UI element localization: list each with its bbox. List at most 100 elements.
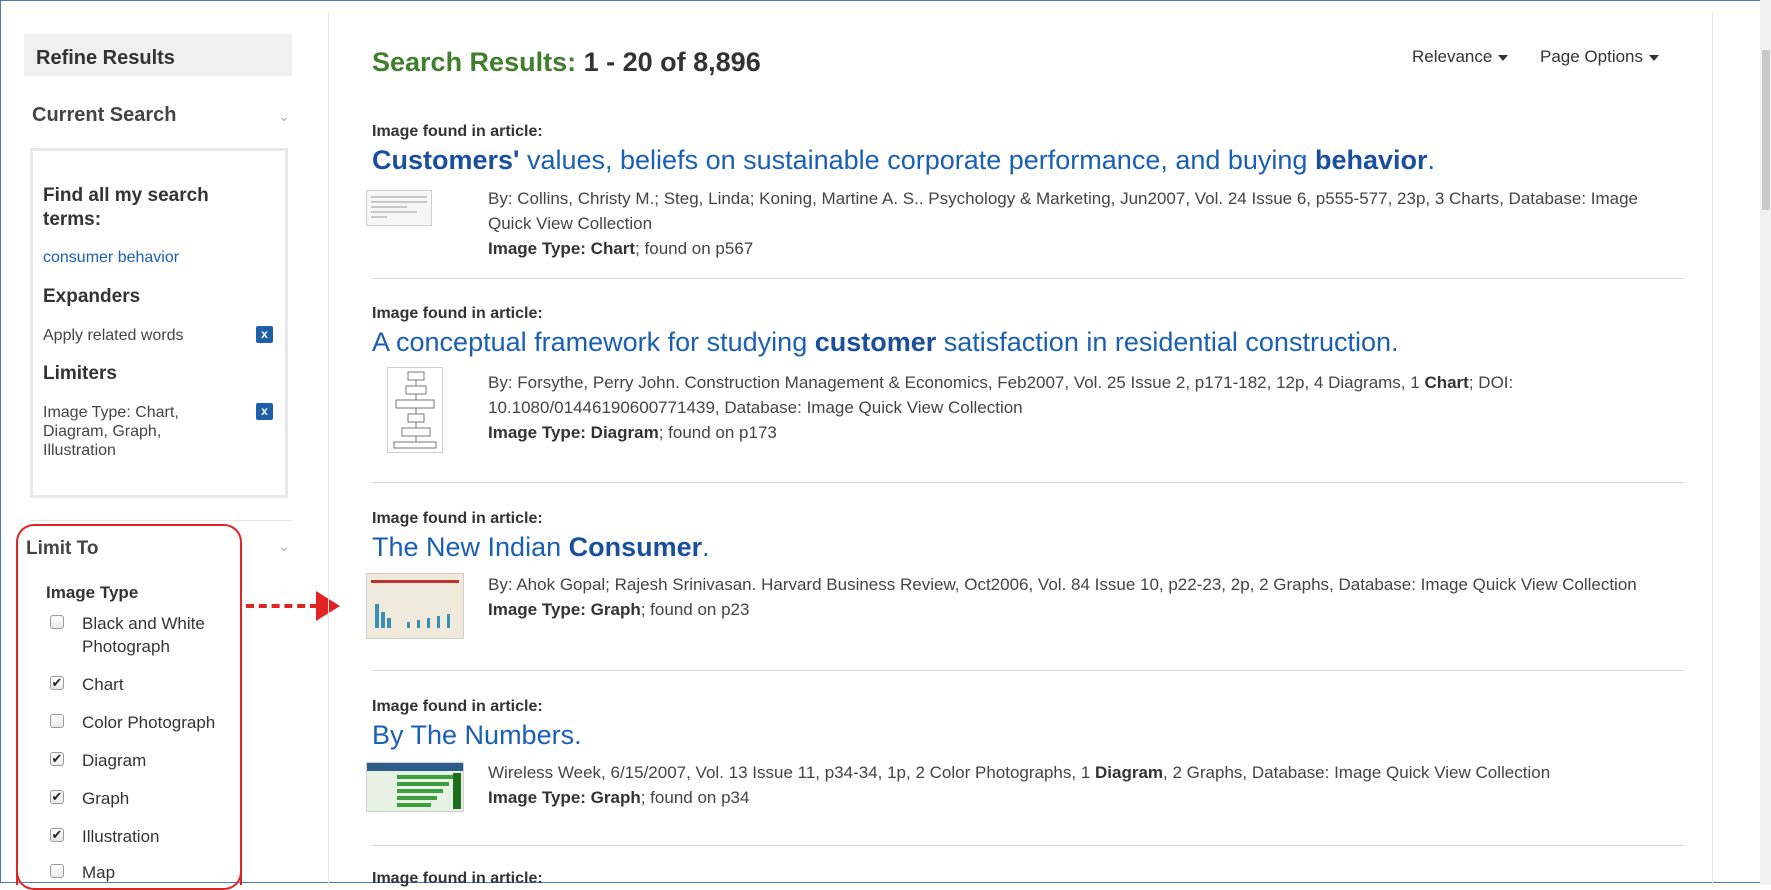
result-meta: By: Collins, Christy M.; Steg, Linda; Ko… — [488, 186, 1688, 261]
found-on-text: ; found on p23 — [640, 600, 750, 619]
chevron-down-icon[interactable]: ⌄ — [278, 538, 290, 555]
result-item: Image found in article: By The Numbers. — [372, 698, 1684, 751]
title-part[interactable]: satisfaction in residential construction… — [936, 327, 1399, 357]
title-part[interactable]: . — [1428, 145, 1436, 175]
title-part[interactable]: . — [702, 532, 710, 562]
limiter-item-line2: Diagram, Graph, — [43, 423, 162, 440]
found-on-text: ; found on p567 — [635, 239, 754, 258]
result-thumbnail[interactable] — [387, 367, 443, 453]
image-type-label: Image Type: — [488, 788, 586, 807]
result-separator — [372, 278, 1684, 279]
title-part[interactable]: behavior — [1315, 145, 1428, 175]
filter-option-color-photograph[interactable]: Color Photograph — [50, 711, 215, 734]
result-thumbnail[interactable] — [366, 762, 464, 812]
refine-results-title: Refine Results — [36, 47, 175, 69]
meta-text: , 2 Graphs, Database: Image Quick View C… — [1163, 763, 1551, 782]
meta-text: By: Forsythe, Perry John. Construction M… — [488, 373, 1425, 392]
image-type-value: Chart — [590, 239, 636, 258]
result-meta: Wireless Week, 6/15/2007, Vol. 13 Issue … — [488, 760, 1688, 810]
meta-highlight: Chart — [1424, 373, 1469, 392]
title-part[interactable]: customer — [815, 327, 937, 357]
result-thumbnail[interactable] — [366, 573, 464, 639]
result-title-link[interactable]: Customers' values, beliefs on sustainabl… — [372, 145, 1684, 176]
remove-x-icon[interactable]: x — [256, 403, 273, 420]
checkbox-icon[interactable] — [50, 615, 64, 629]
checkbox-icon[interactable]: ✔ — [50, 790, 64, 804]
filter-option-black-white-photograph[interactable]: Black and White Photograph — [50, 612, 205, 658]
result-meta: By: Ahok Gopal; Rajesh Srinivasan. Harva… — [488, 572, 1688, 622]
caret-down-icon — [1649, 54, 1660, 61]
checkbox-icon[interactable] — [50, 714, 64, 728]
filter-label: Illustration — [82, 827, 160, 846]
limit-to-heading[interactable]: Limit To — [26, 538, 98, 560]
page-options-label: Page Options — [1540, 47, 1644, 66]
image-type-label: Image Type: — [488, 600, 586, 619]
sidebar-divider — [30, 520, 292, 521]
right-divider — [1712, 12, 1713, 885]
current-search-heading[interactable]: Current Search — [32, 104, 177, 127]
checkbox-icon[interactable]: ✔ — [50, 752, 64, 766]
expanders-heading: Expanders — [43, 286, 141, 307]
chevron-down-icon[interactable]: ⌄ — [278, 108, 290, 125]
filter-option-diagram[interactable]: ✔ Diagram — [50, 749, 146, 772]
meta-line: By: Collins, Christy M.; Steg, Linda; Ko… — [488, 189, 1639, 208]
filter-option-map[interactable]: Map — [50, 861, 115, 884]
search-results-title: Search Results: 1 - 20 of 8,896 — [372, 47, 761, 78]
sort-dropdown[interactable]: Relevance — [1412, 47, 1509, 67]
remove-x-icon[interactable]: x — [256, 326, 273, 343]
result-separator — [372, 482, 1684, 483]
title-part[interactable]: By The Numbers. — [372, 720, 582, 750]
scrollbar-thumb[interactable] — [1762, 50, 1770, 210]
meta-text: ; DOI: — [1468, 373, 1514, 392]
checkbox-icon[interactable] — [50, 864, 64, 878]
result-meta: By: Forsythe, Perry John. Construction M… — [488, 370, 1688, 445]
column-divider — [328, 12, 329, 885]
checkbox-icon[interactable]: ✔ — [50, 676, 64, 690]
limiter-item-line3: Illustration — [43, 442, 116, 459]
meta-line: 10.1080/01446190600771439, Database: Ima… — [488, 398, 1023, 417]
find-all-terms-label-line2: terms: — [43, 209, 102, 230]
page-options-dropdown[interactable]: Page Options — [1540, 47, 1660, 67]
filter-label: Diagram — [82, 751, 147, 770]
results-count: 1 - 20 of 8,896 — [583, 47, 761, 77]
result-separator — [372, 845, 1684, 846]
result-title-link[interactable]: A conceptual framework for studying cust… — [372, 327, 1684, 358]
title-part[interactable]: values, beliefs on sustainable corporate… — [519, 145, 1315, 175]
filter-label: Black and White — [82, 614, 205, 633]
result-item: Image found in article: Customers' value… — [372, 123, 1684, 176]
results-label: Search Results: — [372, 47, 577, 77]
filter-label: Color Photograph — [82, 713, 216, 732]
sort-label: Relevance — [1412, 47, 1493, 66]
limiter-item-line1: Image Type: Chart, — [43, 404, 179, 421]
filter-option-illustration[interactable]: ✔ Illustration — [50, 825, 159, 848]
result-title-link[interactable]: The New Indian Consumer. — [372, 532, 1684, 563]
find-all-terms-label-line1: Find all my search — [43, 185, 209, 206]
filter-option-graph[interactable]: ✔ Graph — [50, 787, 129, 810]
search-term-link[interactable]: consumer behavior — [43, 249, 179, 267]
image-type-value: Graph — [590, 600, 641, 619]
title-part[interactable]: The New Indian — [372, 532, 569, 562]
meta-line: Quick View Collection — [488, 214, 653, 233]
found-on-text: ; found on p173 — [658, 423, 777, 442]
filter-option-chart[interactable]: ✔ Chart — [50, 673, 124, 696]
meta-text: Wireless Week, 6/15/2007, Vol. 13 Issue … — [488, 763, 1096, 782]
title-part[interactable]: A conceptual framework for studying — [372, 327, 815, 357]
checkbox-icon[interactable]: ✔ — [50, 828, 64, 842]
result-title-link[interactable]: By The Numbers. — [372, 720, 1684, 751]
meta-line: By: Ahok Gopal; Rajesh Srinivasan. Harva… — [488, 575, 1637, 594]
filter-label: Map — [82, 863, 116, 882]
image-type-value: Graph — [590, 788, 641, 807]
caret-down-icon — [1498, 54, 1509, 61]
result-thumbnail[interactable] — [366, 190, 432, 226]
title-part[interactable]: Customers' — [372, 145, 519, 175]
found-on-text: ; found on p34 — [640, 788, 750, 807]
image-type-value: Diagram — [590, 423, 659, 442]
title-part[interactable]: Consumer — [569, 532, 703, 562]
result-item: Image found in article: The New Indian C… — [372, 510, 1684, 563]
red-dashed-arrow — [246, 604, 318, 608]
found-label: Image found in article: — [372, 123, 543, 140]
result-separator — [372, 670, 1684, 671]
found-label: Image found in article: — [372, 510, 543, 527]
found-label: Image found in article: — [372, 870, 543, 887]
image-type-label: Image Type: — [488, 239, 586, 258]
